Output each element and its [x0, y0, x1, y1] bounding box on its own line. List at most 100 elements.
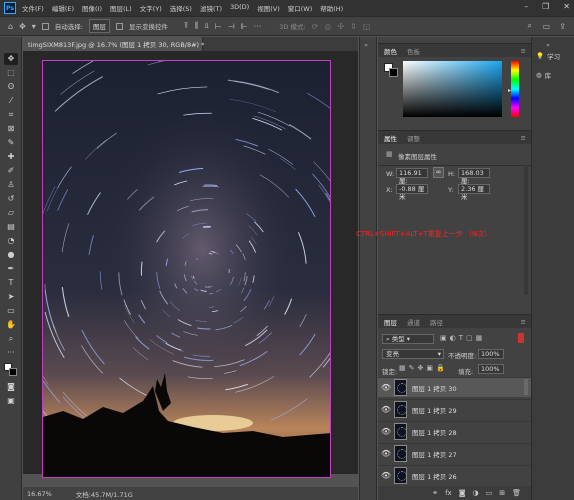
menu-item[interactable]: 图像(I) — [82, 3, 102, 13]
blur-tool-icon[interactable]: ◔ — [4, 235, 18, 247]
marquee-tool-icon[interactable]: ⬚ — [4, 67, 18, 79]
healing-brush-tool-icon[interactable]: ✚ — [4, 151, 18, 163]
collapse-arrows-icon[interactable]: « — [546, 41, 550, 49]
libraries-panel-button[interactable]: ◍ 库 — [536, 70, 551, 80]
share-icon[interactable]: ⇪ — [559, 22, 566, 31]
visibility-eye-icon[interactable]: 👁 — [378, 405, 394, 414]
mask-icon[interactable]: ◙ — [459, 489, 466, 497]
filter-toggle[interactable] — [518, 333, 524, 343]
tab-adjustments[interactable]: 调整 — [407, 133, 420, 143]
3d-rotate-icon[interactable]: ⟳ — [312, 22, 319, 31]
move-tool-icon[interactable]: ✥ — [19, 22, 26, 31]
menu-item[interactable]: 3D(D) — [230, 3, 249, 13]
visibility-eye-icon[interactable]: 👁 — [378, 471, 394, 480]
layers-scrollbar-thumb[interactable] — [524, 379, 528, 395]
layer-filter-icons[interactable]: ▣◐T▢▦ — [440, 334, 485, 342]
adjustment-icon[interactable]: ◑ — [473, 489, 479, 497]
fill-field[interactable]: 100% — [478, 364, 504, 374]
align-bottom-icon[interactable]: ⫫ — [204, 21, 209, 31]
visibility-eye-icon[interactable]: 👁 — [378, 383, 394, 392]
document-canvas[interactable] — [42, 60, 331, 478]
x-field[interactable]: -0.88 厘米 — [396, 184, 428, 201]
menu-item[interactable]: 编辑(E) — [52, 3, 74, 13]
search-icon[interactable]: ⌕ — [528, 21, 532, 31]
color-background-swatch[interactable] — [389, 68, 398, 77]
menu-item[interactable]: 滤镜(T) — [200, 3, 222, 13]
crop-tool-icon[interactable]: ⌗ — [4, 109, 18, 121]
menu-item[interactable]: 帮助(H) — [320, 3, 343, 13]
3d-scale-icon[interactable]: ◱ — [363, 22, 371, 31]
properties-scrollbar[interactable] — [524, 165, 528, 295]
visibility-eye-icon[interactable]: 👁 — [378, 449, 394, 458]
trash-icon[interactable]: 🗑 — [512, 489, 521, 497]
height-field[interactable]: 168.03 厘: — [458, 168, 490, 185]
workspace-icon[interactable]: ▭ — [542, 22, 550, 31]
link-dimensions-icon[interactable]: ∞ — [433, 167, 444, 178]
tab-properties[interactable]: 属性 — [384, 133, 397, 143]
screen-mode-icon[interactable]: ▣ — [4, 395, 18, 407]
align-middle-icon[interactable]: ⫼ — [195, 21, 199, 31]
tab-channels[interactable]: 通道 — [407, 317, 420, 327]
menu-item[interactable]: 文件(F) — [22, 3, 44, 13]
visibility-eye-icon[interactable]: 👁 — [378, 427, 394, 436]
menu-item[interactable]: 选择(S) — [170, 3, 192, 13]
show-transform-checkbox[interactable] — [116, 22, 123, 30]
align-center-icon[interactable]: ⊣ — [228, 22, 235, 31]
eraser-tool-icon[interactable]: ▱ — [4, 207, 18, 219]
gradient-tool-icon[interactable]: ▤ — [4, 221, 18, 233]
align-top-icon[interactable]: ⫪ — [184, 21, 189, 31]
more-tools-icon[interactable]: ··· — [4, 347, 18, 359]
lock-icons[interactable]: ▦✎✥▣🔒 — [399, 364, 448, 372]
hand-tool-icon[interactable]: ✋ — [4, 319, 18, 331]
layer-row[interactable]: 👁 图层 1 拷贝 30 — [378, 377, 531, 397]
menu-item[interactable]: 图层(L) — [110, 3, 132, 13]
color-picker-field[interactable] — [403, 61, 502, 117]
close-icon[interactable]: ✕ — [563, 2, 570, 11]
layer-row[interactable]: 👁 图层 1 拷贝 27 — [378, 443, 531, 463]
group-icon[interactable]: ▭ — [486, 489, 493, 497]
3d-roll-icon[interactable]: ◎ — [324, 22, 331, 31]
minimize-icon[interactable]: – — [524, 2, 528, 11]
blend-mode-dropdown[interactable]: 变亮 ▾ — [382, 349, 444, 359]
new-layer-icon[interactable]: ⊞ — [499, 489, 505, 497]
align-right-icon[interactable]: ⊩ — [241, 22, 248, 31]
link-icon[interactable]: ⚭ — [432, 489, 438, 497]
tab-swatches[interactable]: 色板 — [407, 46, 420, 56]
quick-select-tool-icon[interactable]: ⁄ — [4, 95, 18, 107]
fx-icon[interactable]: fx — [445, 489, 452, 497]
opacity-field[interactable]: 100% — [478, 349, 504, 359]
hue-slider[interactable] — [511, 61, 519, 117]
align-left-icon[interactable]: ⊢ — [215, 22, 222, 31]
menu-item[interactable]: 窗口(W) — [288, 3, 313, 13]
clone-stamp-tool-icon[interactable]: ♙ — [4, 179, 18, 191]
rectangle-tool-icon[interactable]: ▭ — [4, 305, 18, 317]
chevron-down-icon[interactable]: ▾ — [32, 22, 36, 31]
panel-menu-icon[interactable]: ≡ — [521, 318, 526, 326]
type-tool-icon[interactable]: T — [4, 277, 18, 289]
path-selection-tool-icon[interactable]: ➤ — [4, 291, 18, 303]
panel-menu-icon[interactable]: ≡ — [521, 134, 526, 142]
y-field[interactable]: 2.36 厘米 — [458, 184, 490, 201]
frame-tool-icon[interactable]: ⊠ — [4, 123, 18, 135]
tab-color[interactable]: 颜色 — [384, 46, 397, 56]
background-color-swatch[interactable] — [9, 368, 17, 376]
document-size[interactable]: 文档:45.7M/1.71G — [76, 489, 133, 499]
layer-row[interactable]: 👁 图层 1 拷贝 28 — [378, 421, 531, 441]
width-field[interactable]: 116.91 厘: — [396, 168, 428, 185]
history-brush-tool-icon[interactable]: ↺ — [4, 193, 18, 205]
dodge-tool-icon[interactable]: ● — [4, 249, 18, 261]
pen-tool-icon[interactable]: ✒ — [4, 263, 18, 275]
hue-slider-handle-icon[interactable]: ▸ — [508, 87, 511, 94]
layer-row[interactable]: 👁 图层 1 拷贝 26 — [378, 465, 531, 485]
3d-drag-icon[interactable]: ✣ — [337, 22, 344, 31]
move-tool-icon[interactable]: ✥ — [4, 53, 18, 65]
menu-item[interactable]: 文字(Y) — [140, 3, 162, 13]
brush-tool-icon[interactable]: ✐ — [4, 165, 18, 177]
tab-paths[interactable]: 路径 — [430, 317, 443, 327]
auto-select-target-dropdown[interactable]: 图层 — [89, 19, 110, 33]
quick-mask-icon[interactable]: ◙ — [4, 381, 18, 393]
layer-row[interactable]: 👁 图层 1 拷贝 29 — [378, 399, 531, 419]
zoom-level[interactable]: 16.67% — [27, 490, 52, 498]
document-tab[interactable]: timgSIXM813F.jpg @ 16.7% (图层 1 拷贝 30, RG… — [23, 37, 204, 51]
lasso-tool-icon[interactable]: ʘ — [4, 81, 18, 93]
